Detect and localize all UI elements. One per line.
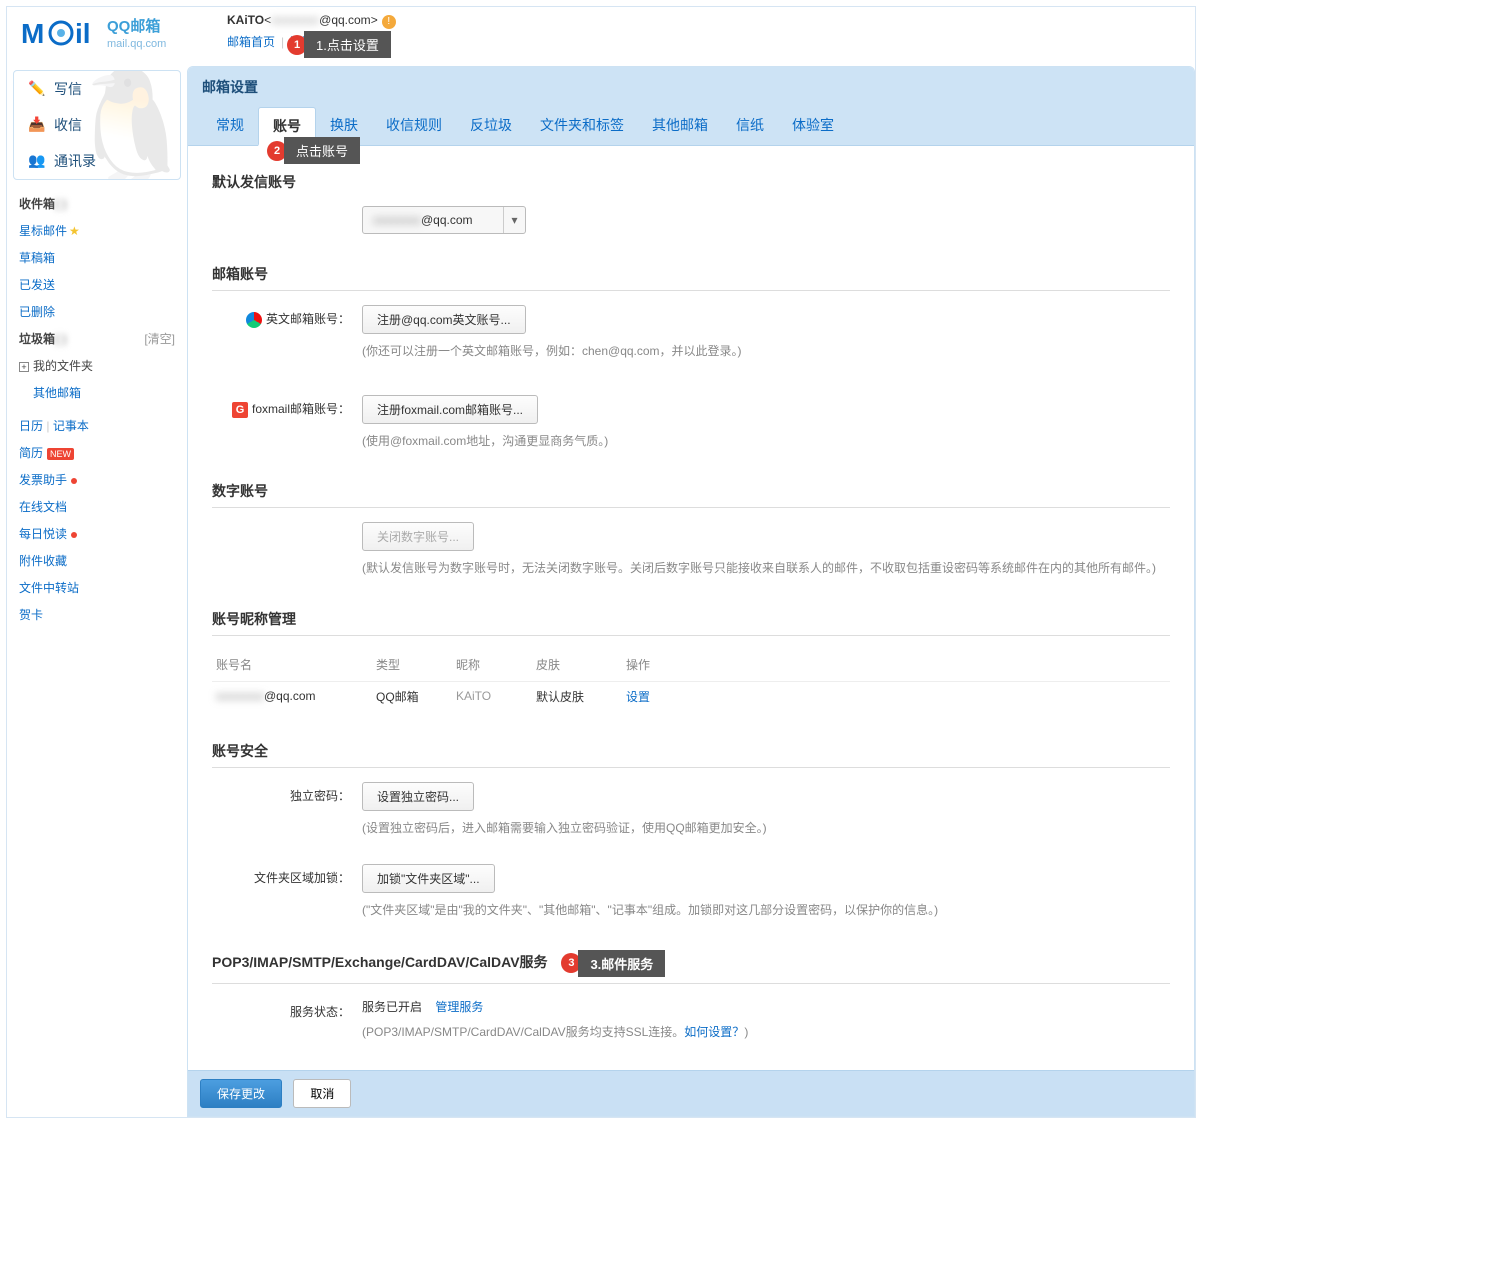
tool-invoice[interactable]: 发票助手	[13, 466, 181, 493]
table-row: xxxxxxxx@qq.com QQ邮箱 KAiTO 默认皮肤 设置	[212, 681, 1170, 711]
folder-inbox[interactable]: 收件箱( )	[13, 190, 181, 217]
section-mail-accounts: 邮箱账号	[212, 264, 1170, 291]
how-to-setup-link[interactable]: 如何设置？	[684, 1025, 744, 1039]
tab-antispam[interactable]: 反垃圾	[456, 107, 526, 145]
section-default-account: 默认发信账号	[212, 172, 1170, 198]
manage-service-link[interactable]: 管理服务	[435, 1000, 483, 1014]
tool-dailyread[interactable]: 每日悦读	[13, 520, 181, 547]
new-badge: NEW	[47, 448, 74, 460]
compose-icon: ✏️	[28, 80, 46, 98]
qq-icon	[246, 312, 262, 328]
foxmail-account-hint: (使用@foxmail.com地址，沟通更显商务气质。)	[362, 432, 1170, 451]
section-nickname: 账号昵称管理	[212, 609, 1170, 636]
receive-button[interactable]: 📥收信	[14, 107, 180, 143]
annotation-tip-1: 1.点击设置	[304, 31, 391, 58]
cancel-button[interactable]: 取消	[293, 1079, 351, 1108]
svg-text:M: M	[21, 18, 44, 49]
section-digit-account: 数字账号	[212, 481, 1170, 508]
folder-starred[interactable]: 星标邮件★	[13, 217, 181, 244]
service-status-value: 服务已开启	[362, 1000, 422, 1014]
register-foxmail-account-button[interactable]: 注册foxmail.com邮箱账号...	[362, 395, 538, 424]
nav-home[interactable]: 邮箱首页	[227, 35, 275, 49]
contacts-button[interactable]: 👥通讯录	[14, 143, 180, 179]
service-hint: (POP3/IMAP/SMTP/CardDAV/CalDAV服务均支持SSL连接…	[362, 1023, 1170, 1042]
dropdown-icon: ▾	[503, 207, 525, 233]
tool-greet[interactable]: 贺卡	[13, 601, 181, 628]
folder-spam[interactable]: 垃圾箱( )[清空]	[13, 325, 181, 352]
save-button[interactable]: 保存更改	[200, 1079, 282, 1108]
logo-brand: QQ邮箱	[107, 17, 160, 35]
spam-clear[interactable]: [清空]	[144, 330, 175, 347]
folder-other-mail[interactable]: 其他邮箱	[13, 379, 181, 406]
warn-icon: !	[382, 15, 396, 29]
tool-filestation[interactable]: 文件中转站	[13, 574, 181, 601]
indep-password-hint: (设置独立密码后，进入邮箱需要输入独立密码验证，使用QQ邮箱更加安全。)	[362, 819, 1170, 838]
nickname-edit-link[interactable]: 设置	[626, 690, 650, 704]
section-security: 账号安全	[212, 741, 1170, 768]
star-icon: ★	[69, 224, 80, 238]
digit-account-hint: (默认发信账号为数字账号时，无法关闭数字账号。关闭后数字账号只能接收来自联系人的…	[362, 559, 1170, 578]
tab-folders-tags[interactable]: 文件夹和标签	[526, 107, 638, 145]
tool-resume[interactable]: 简历NEW	[13, 439, 181, 466]
default-account-select[interactable]: xxxxxxxx@qq.com ▾	[362, 206, 526, 234]
folder-sent[interactable]: 已发送	[13, 271, 181, 298]
section-services: POP3/IMAP/SMTP/Exchange/CardDAV/CalDAV服务…	[212, 950, 1170, 984]
lock-folder-zone-button[interactable]: 加锁"文件夹区域"...	[362, 864, 495, 893]
nickname-table: 账号名 类型 昵称 皮肤 操作 xxxxxxxx@qq.com QQ邮箱 KAi…	[212, 650, 1170, 711]
tab-labs[interactable]: 体验室	[778, 107, 848, 145]
annotation-tip-3: 3.邮件服务	[578, 950, 665, 977]
tool-attachfav[interactable]: 附件收藏	[13, 547, 181, 574]
tab-rules[interactable]: 收信规则	[372, 107, 456, 145]
tab-other-mail[interactable]: 其他邮箱	[638, 107, 722, 145]
tool-cal-note[interactable]: 日历 | 记事本	[13, 412, 181, 439]
register-english-account-button[interactable]: 注册@qq.com英文账号...	[362, 305, 526, 334]
compose-button[interactable]: ✏️写信	[14, 71, 180, 107]
reddot-icon	[71, 532, 77, 538]
reddot-icon	[71, 478, 77, 484]
english-account-hint: (你还可以注册一个英文邮箱账号，例如：chen@qq.com，并以此登录。)	[362, 342, 1170, 361]
set-indep-password-button[interactable]: 设置独立密码...	[362, 782, 474, 811]
svg-text:il: il	[75, 18, 91, 49]
account-display: KAiTO<xxxxxxxx@qq.com>!	[227, 13, 1195, 29]
tab-stationery[interactable]: 信纸	[722, 107, 778, 145]
annotation-tip-2: 点击账号	[284, 137, 360, 164]
myfolders-group[interactable]: +我的文件夹	[13, 352, 181, 379]
lock-folder-hint: ("文件夹区域"是由"我的文件夹"、"其他邮箱"、"记事本"组成。加锁即对这几部…	[362, 901, 1170, 920]
logo[interactable]: M il QQ邮箱 mail.qq.com	[17, 13, 217, 60]
contacts-icon: 👥	[28, 152, 46, 170]
plus-icon: +	[19, 362, 29, 372]
foxmail-icon: G	[232, 402, 248, 418]
folder-draft[interactable]: 草稿箱	[13, 244, 181, 271]
close-digit-account-button: 关闭数字账号...	[362, 522, 474, 551]
logo-domain: mail.qq.com	[107, 38, 166, 50]
folder-deleted[interactable]: 已删除	[13, 298, 181, 325]
receive-icon: 📥	[28, 116, 46, 134]
page-title: 邮箱设置	[202, 77, 1180, 107]
tool-doc[interactable]: 在线文档	[13, 493, 181, 520]
tab-general[interactable]: 常规	[202, 107, 258, 145]
